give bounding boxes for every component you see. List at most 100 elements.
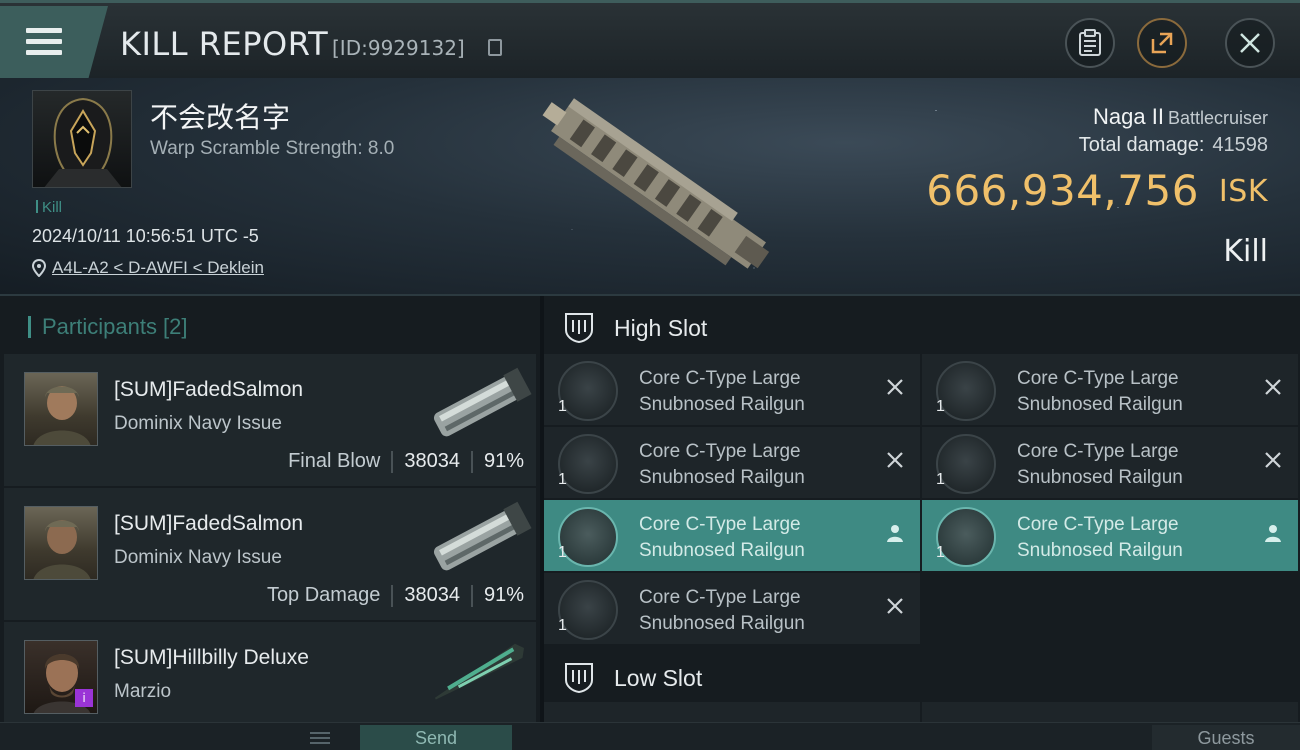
module-item[interactable]: 1 Core C-Type Large Snubnosed Railgun bbox=[922, 354, 1298, 425]
module-quantity: 1 bbox=[558, 471, 567, 488]
railgun-icon bbox=[936, 507, 996, 567]
guests-button[interactable]: Guests bbox=[1152, 725, 1300, 750]
participant-ship: Marzio bbox=[114, 681, 172, 702]
share-icon bbox=[1151, 32, 1173, 54]
participant-name: [SUM]FadedSalmon bbox=[114, 512, 304, 535]
ship-name: Naga II bbox=[1093, 104, 1164, 129]
isk-amount: 666,934,756 bbox=[926, 166, 1199, 215]
high-slot-header: High Slot bbox=[544, 296, 1300, 354]
chat-bar: Send Guests bbox=[0, 722, 1300, 750]
participant-name: [SUM]Hillbilly Deluxe bbox=[114, 646, 309, 669]
destroyed-x-icon bbox=[1265, 452, 1281, 468]
module-name-line1: Core C-Type Large bbox=[1017, 368, 1179, 389]
module-item[interactable]: 1 Core C-Type Large Snubnosed Railgun bbox=[544, 573, 920, 644]
low-slot-title: Low Slot bbox=[614, 665, 703, 691]
victim-name: 不会改名字 bbox=[150, 101, 291, 134]
dropped-person-icon bbox=[1265, 525, 1281, 542]
module-name-line1: Core C-Type Large bbox=[1017, 441, 1179, 462]
module-name-line2: Snubnosed Railgun bbox=[639, 394, 805, 415]
module-name: Core C-Type Large Snubnosed Railgun bbox=[1017, 366, 1257, 418]
module-item[interactable] bbox=[544, 702, 920, 722]
total-damage-label: Total damage: bbox=[1078, 134, 1205, 156]
railgun-icon bbox=[558, 580, 618, 640]
module-name-line1: Core C-Type Large bbox=[639, 514, 801, 535]
module-quantity: 1 bbox=[558, 617, 567, 634]
chat-menu-icon[interactable] bbox=[300, 727, 340, 747]
share-button[interactable] bbox=[1137, 18, 1187, 68]
send-button[interactable]: Send bbox=[360, 725, 512, 750]
participants-title: Participants [2] bbox=[42, 314, 188, 339]
destroyed-x-icon bbox=[887, 379, 903, 395]
report-id: [ID:9929132] bbox=[332, 36, 465, 60]
close-button[interactable] bbox=[1225, 18, 1275, 68]
hamburger-icon bbox=[26, 28, 62, 56]
module-item[interactable]: 1 Core C-Type Large Snubnosed Railgun bbox=[544, 354, 920, 425]
participant-row[interactable]: [SUM]FadedSalmon Dominix Navy Issue Top … bbox=[4, 488, 536, 620]
module-item[interactable] bbox=[922, 702, 1298, 722]
map-pin-icon bbox=[32, 259, 46, 277]
module-item[interactable]: 1 Core C-Type Large Snubnosed Railgun bbox=[544, 427, 920, 498]
participant-stats: Final Blow 38034 91% bbox=[288, 450, 524, 473]
participant-row[interactable]: [SUM]FadedSalmon Dominix Navy Issue Fina… bbox=[4, 354, 536, 486]
copy-icon[interactable] bbox=[488, 39, 502, 56]
fitting-slots-panel: High Slot 1 Core C-Type Large Snubnosed R… bbox=[544, 296, 1300, 722]
module-name: Core C-Type Large Snubnosed Railgun bbox=[639, 366, 879, 418]
participant-row[interactable]: i [SUM]Hillbilly Deluxe Marzio bbox=[4, 622, 536, 722]
low-slot-icon bbox=[565, 663, 593, 694]
module-name-line2: Snubnosed Railgun bbox=[1017, 540, 1183, 561]
module-name: Core C-Type Large Snubnosed Railgun bbox=[1017, 512, 1257, 564]
module-name: Core C-Type Large Snubnosed Railgun bbox=[639, 512, 879, 564]
module-item[interactable]: 1 Core C-Type Large Snubnosed Railgun bbox=[544, 500, 920, 571]
clipboard-button[interactable] bbox=[1065, 18, 1115, 68]
low-slot-items-peek bbox=[544, 702, 1300, 722]
victim-banner: 不会改名字 Warp Scramble Strength: 8.0 Kill 2… bbox=[0, 78, 1300, 296]
participant-percent: 91% bbox=[483, 584, 524, 606]
destroyed-x-icon bbox=[887, 598, 903, 614]
isk-value: 666,934,756 ISK bbox=[926, 166, 1268, 215]
module-name-line2: Snubnosed Railgun bbox=[639, 613, 805, 634]
victim-ship-image bbox=[542, 98, 770, 269]
location-link[interactable]: A4L-A2 < D-AWFI < Deklein bbox=[52, 258, 264, 278]
participant-ship-image bbox=[433, 367, 532, 437]
participant-percent: 91% bbox=[483, 450, 524, 472]
module-name: Core C-Type Large Snubnosed Railgun bbox=[639, 585, 879, 637]
high-slot-title: High Slot bbox=[614, 315, 708, 341]
info-badge-icon: i bbox=[75, 689, 93, 707]
module-name-line2: Snubnosed Railgun bbox=[1017, 394, 1183, 415]
menu-button[interactable] bbox=[0, 6, 108, 78]
railgun-icon bbox=[558, 434, 618, 494]
total-damage: Total damage: 41598 bbox=[1079, 134, 1268, 157]
railgun-icon bbox=[936, 361, 996, 421]
module-item[interactable]: 1 Core C-Type Large Snubnosed Railgun bbox=[922, 500, 1298, 571]
participant-damage: 38034 bbox=[404, 584, 460, 606]
module-name-line2: Snubnosed Railgun bbox=[639, 467, 805, 488]
module-name-line1: Core C-Type Large bbox=[639, 368, 801, 389]
participant-ship: Dominix Navy Issue bbox=[114, 413, 282, 434]
participant-role: Top Damage bbox=[266, 584, 381, 606]
close-icon bbox=[1240, 33, 1260, 53]
module-name-line1: Core C-Type Large bbox=[639, 441, 801, 462]
header-bar: KILL REPORT [ID:9929132] bbox=[0, 0, 1300, 78]
kill-datetime: 2024/10/11 10:56:51 UTC -5 bbox=[32, 226, 259, 246]
participant-ship-image bbox=[434, 643, 525, 700]
participant-ship-image bbox=[433, 501, 532, 571]
victim-portrait[interactable] bbox=[32, 90, 132, 188]
participant-avatar[interactable] bbox=[24, 372, 98, 446]
module-item[interactable]: 1 Core C-Type Large Snubnosed Railgun bbox=[922, 427, 1298, 498]
module-quantity: 1 bbox=[558, 544, 567, 561]
module-quantity: 1 bbox=[936, 398, 945, 415]
warp-scramble-strength: Warp Scramble Strength: 8.0 bbox=[150, 138, 395, 159]
module-quantity: 1 bbox=[936, 471, 945, 488]
kill-location[interactable]: A4L-A2 < D-AWFI < Deklein bbox=[32, 258, 264, 278]
high-slot-grid: 1 Core C-Type Large Snubnosed Railgun 1 C… bbox=[544, 354, 1300, 646]
module-quantity: 1 bbox=[558, 398, 567, 415]
module-name-line2: Snubnosed Railgun bbox=[1017, 467, 1183, 488]
module-name: Core C-Type Large Snubnosed Railgun bbox=[639, 439, 879, 491]
participant-avatar[interactable]: i bbox=[24, 640, 98, 714]
high-slot-icon bbox=[565, 313, 593, 344]
participants-panel: Participants [2] [SUM]FadedSalmon Domini… bbox=[0, 296, 540, 722]
railgun-icon bbox=[558, 507, 618, 567]
participant-avatar[interactable] bbox=[24, 506, 98, 580]
module-name-line2: Snubnosed Railgun bbox=[639, 540, 805, 561]
participants-header: Participants [2] bbox=[0, 296, 540, 354]
